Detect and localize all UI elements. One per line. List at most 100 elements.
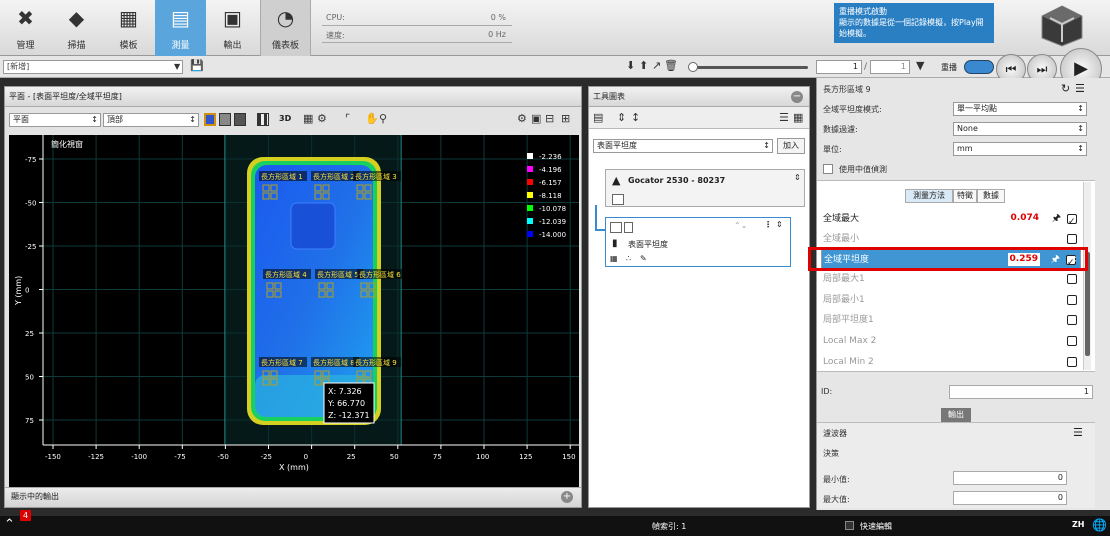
- data-filter-select[interactable]: None: [953, 122, 1087, 136]
- unit-select[interactable]: mm: [953, 142, 1087, 156]
- measurement-checkbox[interactable]: [1067, 315, 1077, 325]
- save-icon[interactable]: 💾: [190, 60, 204, 72]
- list-icon[interactable]: ☰: [1075, 82, 1085, 95]
- replay-label: 重播: [941, 63, 957, 72]
- measurement-checkbox[interactable]: [1067, 234, 1077, 244]
- replay-slider-handle[interactable]: [688, 62, 698, 72]
- sensor-expand-icon[interactable]: ⇕: [794, 173, 801, 182]
- list-view-icon[interactable]: ▤: [593, 112, 603, 124]
- region-label[interactable]: 長方形區域 6: [359, 270, 401, 279]
- x-tick-label: -75: [174, 453, 185, 461]
- delete-icon[interactable]: 🗑: [664, 60, 678, 72]
- median-checkbox[interactable]: [823, 164, 833, 174]
- job-select[interactable]: [新增]: [3, 60, 183, 74]
- measurement-checkbox[interactable]: [1067, 295, 1077, 305]
- tab-measurements[interactable]: 測量方法: [905, 189, 953, 203]
- region-label[interactable]: 長方形區域 8: [313, 358, 355, 367]
- refresh-icon[interactable]: ↻: [1061, 82, 1070, 95]
- measurement-row[interactable]: 局部平坦度1: [821, 310, 1081, 330]
- measurement-list-scrollbar[interactable]: [1083, 182, 1091, 370]
- max-input[interactable]: 0: [953, 491, 1067, 505]
- heightmap-view-button[interactable]: [204, 113, 216, 126]
- x-tick-label: 50: [390, 453, 399, 461]
- tool-type-select[interactable]: 表面平坦度: [593, 139, 773, 153]
- view-3d-button[interactable]: 3D: [279, 114, 291, 123]
- notification-badge[interactable]: 4: [20, 510, 31, 521]
- menu-icon[interactable]: ☰: [779, 112, 789, 124]
- measurement-row[interactable]: Local Max 2: [821, 331, 1081, 351]
- grid-icon[interactable]: ▦: [303, 113, 313, 125]
- export-icon[interactable]: ↗: [652, 60, 661, 72]
- tab-data[interactable]: 數據: [977, 189, 1005, 203]
- replay-toggle[interactable]: [964, 60, 994, 74]
- view-mode-select[interactable]: 平面: [9, 113, 101, 127]
- nav-measure-button[interactable]: ▤ 測量: [155, 0, 206, 56]
- fit-view-icon[interactable]: ▣: [531, 113, 541, 125]
- output-section-tab[interactable]: 輸出: [941, 408, 971, 422]
- nav-manage-button[interactable]: ✖ 管理: [0, 0, 51, 56]
- profile-icon[interactable]: ⌜: [345, 113, 350, 125]
- heightmap-plot[interactable]: 長方形區域 1 長方形區域 2 長方形區域 3長方形區域 4 長方形區域 5 長方形區域…: [9, 135, 579, 487]
- measurement-row[interactable]: 全域最大 0.074 🖈 ✓: [821, 209, 1081, 229]
- zoom-icon[interactable]: ⚲: [379, 113, 387, 125]
- x-tick-label: -100: [131, 453, 147, 461]
- zoom-in-icon[interactable]: ⊞: [561, 113, 570, 125]
- globe-icon[interactable]: 🌐: [1092, 518, 1107, 532]
- settings-icon[interactable]: ⚙: [317, 113, 327, 125]
- replay-slider[interactable]: [690, 66, 808, 69]
- flatness-mode-select[interactable]: 單一平均點: [953, 102, 1087, 116]
- surface-select[interactable]: 頂部: [103, 113, 199, 127]
- filter-icon[interactable]: ▼: [916, 60, 924, 72]
- align-icon[interactable]: ⚙: [517, 113, 527, 125]
- nav-dashboard-button[interactable]: ◔ 儀表板: [260, 0, 311, 56]
- region-label[interactable]: 長方形區域 4: [265, 270, 307, 279]
- add-tool-button[interactable]: 加入: [777, 138, 805, 154]
- add-output-icon[interactable]: +: [561, 491, 573, 503]
- nav-model-button[interactable]: ▦ 模板: [103, 0, 154, 56]
- region-label[interactable]: 長方形區域 1: [261, 172, 303, 181]
- diagram-view-icon[interactable]: ▦: [793, 112, 803, 124]
- tab-features[interactable]: 特徵: [953, 189, 977, 203]
- move-up-icon[interactable]: ⌃⌄: [734, 221, 747, 230]
- region-label[interactable]: 長方形區域 9: [355, 358, 397, 367]
- measurement-row[interactable]: Local Min 2: [821, 352, 1081, 372]
- intensity-view-button[interactable]: [219, 113, 231, 126]
- pan-hand-icon[interactable]: ✋: [365, 113, 379, 125]
- upload-icon[interactable]: ⬆: [639, 60, 648, 72]
- measurement-checkbox[interactable]: [1067, 357, 1077, 367]
- nav-scan-button[interactable]: ◆ 掃描: [51, 0, 102, 56]
- download-icon[interactable]: ⬇: [626, 60, 635, 72]
- measurement-checkbox[interactable]: ✓: [1067, 214, 1077, 227]
- collapse-all-icon[interactable]: ↕: [631, 112, 640, 124]
- measurement-value: 0.074: [1010, 213, 1039, 223]
- measurement-row[interactable]: 局部最大1: [821, 269, 1081, 289]
- region-label[interactable]: 長方形區域 7: [261, 358, 303, 367]
- filter-list-icon[interactable]: ☰: [1073, 426, 1083, 439]
- pin-icon[interactable]: 🖈: [1052, 209, 1061, 229]
- measurement-row[interactable]: 全域最小: [821, 229, 1081, 249]
- heightmap-viewport[interactable]: 長方形區域 1 長方形區域 2 長方形區域 3 長方形區域 4 長方形區域 5 長方形區域…: [9, 135, 579, 487]
- quick-edit-checkbox[interactable]: [845, 521, 854, 530]
- min-input[interactable]: 0: [953, 471, 1067, 485]
- id-input[interactable]: 1: [949, 385, 1093, 399]
- zoom-out-icon[interactable]: ⊟: [545, 113, 554, 125]
- region-label[interactable]: 長方形區域 5: [317, 270, 359, 279]
- measurement-row[interactable]: 局部最小1: [821, 290, 1081, 310]
- more-icon[interactable]: ⋮: [764, 220, 772, 229]
- x-tick-label: -150: [45, 453, 61, 461]
- expand-up-icon[interactable]: ⌃: [4, 518, 15, 532]
- collapse-icon[interactable]: −: [791, 91, 803, 103]
- tool-expand-icon[interactable]: ⇕: [776, 220, 783, 229]
- overlay-view-button[interactable]: [234, 113, 246, 126]
- measurement-checkbox[interactable]: [1067, 336, 1077, 346]
- measurement-checkbox[interactable]: [1067, 274, 1077, 284]
- nav-output-button[interactable]: ▣ 輸出: [207, 0, 258, 56]
- frame-current-input[interactable]: 1: [816, 60, 862, 74]
- sensor-card[interactable]: ▲ Gocator 2530 - 80237 ⇕: [605, 169, 805, 207]
- region-label[interactable]: 長方形區域 3: [355, 172, 397, 181]
- split-view-button[interactable]: [257, 113, 269, 126]
- language-label[interactable]: ZH: [1072, 520, 1085, 529]
- expand-icon[interactable]: ⇕: [617, 112, 626, 124]
- region-label[interactable]: 長方形區域 2: [313, 172, 355, 181]
- flatness-tool-card[interactable]: ⌃⌄ ⋮ ⇕ ▮ 表面平坦度 ▦ ∴ ✎: [605, 217, 791, 267]
